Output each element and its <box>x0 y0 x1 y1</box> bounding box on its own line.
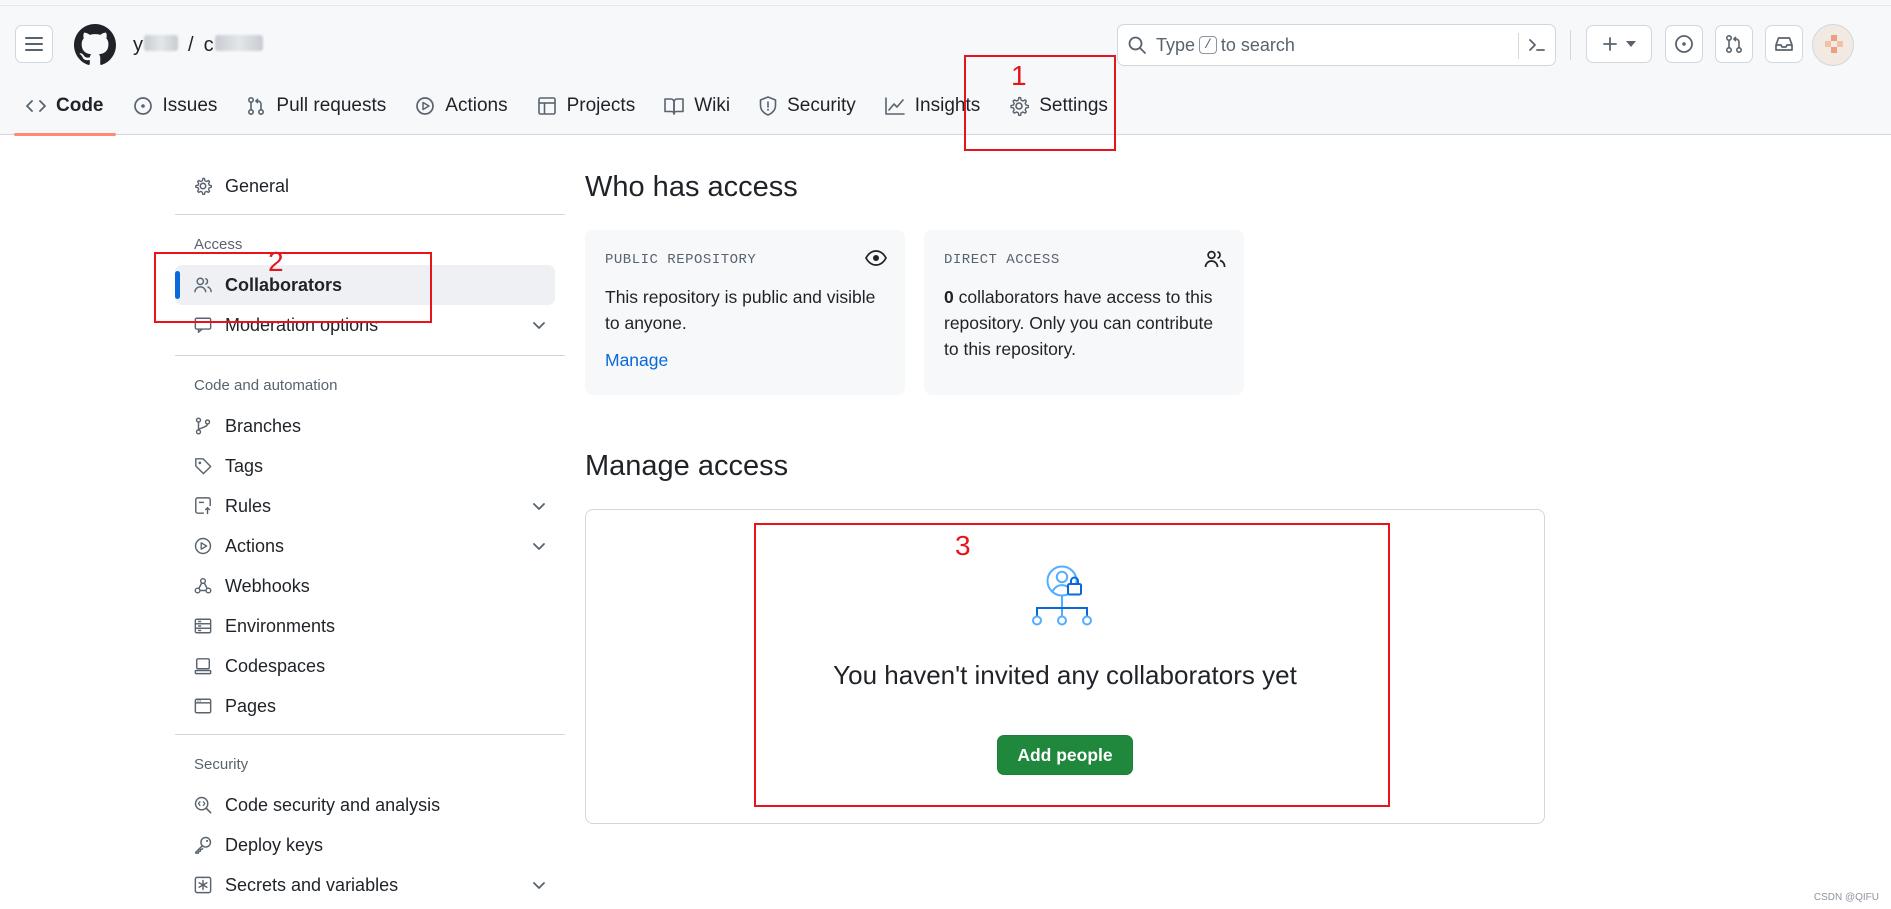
pull-request-icon <box>1725 34 1743 54</box>
github-logo-icon[interactable] <box>74 24 116 66</box>
sidebar-divider <box>175 734 565 735</box>
sidebar-item-codespaces[interactable]: Codespaces <box>175 646 555 686</box>
repo-breadcrumb: y / c <box>133 34 263 57</box>
play-icon <box>194 537 212 555</box>
annotation-number-2: 2 <box>268 246 284 277</box>
tab-security[interactable]: Security <box>747 88 868 124</box>
sidebar-item-webhooks[interactable]: Webhooks <box>175 566 555 606</box>
gear-icon <box>195 177 212 195</box>
direct-access-card: DIRECT ACCESS 0 collaborators have acces… <box>924 230 1244 395</box>
sidebar-item-secrets[interactable]: Secrets and variables <box>175 865 555 905</box>
chevron-down-icon <box>533 503 545 510</box>
eye-icon <box>865 250 887 266</box>
webhook-icon <box>194 577 212 594</box>
sidebar-heading-code-automation: Code and automation <box>194 377 338 394</box>
play-icon <box>416 97 435 115</box>
plus-icon <box>1603 37 1617 51</box>
codescan-icon <box>194 796 212 814</box>
annotation-box-collaborators <box>154 252 432 323</box>
public-repository-card: PUBLIC REPOSITORY This repository is pub… <box>585 230 905 395</box>
book-icon <box>664 98 685 115</box>
branch-icon <box>195 417 211 435</box>
sidebar-item-pages[interactable]: Pages <box>175 686 555 726</box>
manage-link[interactable]: Manage <box>605 350 668 371</box>
sidebar-item-branches[interactable]: Branches <box>175 406 555 446</box>
sidebar-item-actions[interactable]: Actions <box>175 526 555 566</box>
inbox-icon <box>1775 37 1793 51</box>
key-icon <box>195 836 212 854</box>
watermark: CSDN @QIFU <box>1813 892 1879 903</box>
card-text: This repository is public and visible to… <box>605 287 876 333</box>
card-title: DIRECT ACCESS <box>944 252 1060 268</box>
table-icon <box>537 97 556 115</box>
header-top-border <box>0 5 1891 6</box>
code-icon <box>26 100 46 112</box>
sidebar-divider <box>175 214 565 215</box>
who-has-access-title: Who has access <box>585 171 798 203</box>
card-text: 0 collaborators have access to this repo… <box>944 287 1214 359</box>
pull-request-icon <box>248 96 265 116</box>
sidebar-item-environments[interactable]: Environments <box>175 606 555 646</box>
tab-pull-requests[interactable]: Pull requests <box>234 88 398 124</box>
create-new-button[interactable] <box>1586 25 1652 63</box>
tab-code[interactable]: Code <box>14 88 116 136</box>
server-icon <box>194 618 212 634</box>
header-divider <box>1570 30 1571 60</box>
sidebar-divider <box>175 355 565 356</box>
chevron-down-icon <box>533 882 545 889</box>
tab-actions[interactable]: Actions <box>403 88 519 124</box>
tab-issues[interactable]: Issues <box>121 88 230 124</box>
codespaces-icon <box>194 658 212 675</box>
owner-link[interactable]: y <box>133 34 178 57</box>
sidebar-heading-security: Security <box>194 756 249 773</box>
tab-projects[interactable]: Projects <box>525 88 648 124</box>
chevron-down-icon <box>533 322 545 329</box>
issues-button[interactable] <box>1665 25 1703 63</box>
shield-icon <box>759 96 777 116</box>
issue-icon <box>1675 35 1693 53</box>
repo-push-icon <box>195 497 211 515</box>
annotation-box-empty-state <box>754 523 1390 807</box>
app-header: y / c Type / to search Code Issues Pull … <box>0 0 1891 136</box>
manage-access-title: Manage access <box>585 450 789 482</box>
command-palette-icon[interactable] <box>1527 35 1547 55</box>
breadcrumb-separator: / <box>188 34 194 56</box>
search-divider <box>1518 33 1519 59</box>
search-input[interactable]: Type / to search <box>1117 24 1556 66</box>
search-placeholder: Type / to search <box>1156 34 1295 55</box>
search-shortcut-key: / <box>1199 36 1217 54</box>
annotation-number-3: 3 <box>955 530 971 561</box>
collaborator-count: 0 <box>944 287 954 307</box>
chevron-down-icon <box>533 543 545 550</box>
avatar-identicon-icon <box>1825 35 1843 53</box>
pull-requests-button[interactable] <box>1715 25 1753 63</box>
repo-link[interactable]: c <box>204 34 263 57</box>
search-icon <box>1128 36 1146 54</box>
sidebar-item-code-security[interactable]: Code security and analysis <box>175 785 555 825</box>
issue-icon <box>133 97 152 115</box>
sidebar-item-tags[interactable]: Tags <box>175 446 555 486</box>
hamburger-icon <box>25 37 43 51</box>
card-title: PUBLIC REPOSITORY <box>605 252 757 268</box>
sidebar-item-deploy-keys[interactable]: Deploy keys <box>175 825 555 865</box>
tab-wiki[interactable]: Wiki <box>652 88 742 124</box>
triangle-down-icon <box>1626 41 1636 47</box>
sidebar-item-general[interactable]: General <box>175 166 555 206</box>
browser-icon <box>194 698 212 714</box>
annotation-number-1: 1 <box>1011 60 1027 91</box>
repo-tabs: Code Issues Pull requests Actions Projec… <box>14 88 1125 136</box>
inbox-button[interactable] <box>1765 25 1803 63</box>
avatar[interactable] <box>1812 24 1854 66</box>
menu-button[interactable] <box>15 25 53 63</box>
sidebar-heading-access: Access <box>194 236 243 253</box>
tag-icon <box>195 458 212 475</box>
graph-icon <box>884 97 905 115</box>
sidebar-item-rules[interactable]: Rules <box>175 486 555 526</box>
asterisk-icon <box>194 876 212 894</box>
annotation-box-settings <box>964 55 1116 151</box>
people-icon <box>1204 250 1226 268</box>
